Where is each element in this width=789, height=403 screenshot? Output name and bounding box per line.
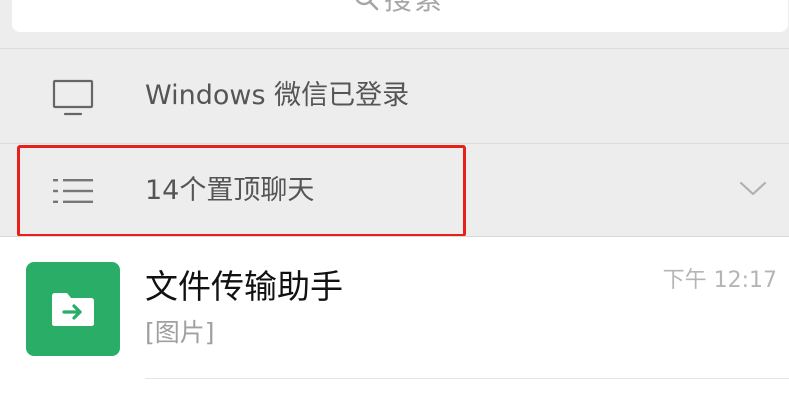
avatar [26,262,120,356]
search-input[interactable]: 搜索 [12,0,788,32]
divider [145,378,789,379]
pinned-chats-label: 14个置顶聊天 [145,175,315,206]
chat-item-file-transfer[interactable]: 文件传输助手 [图片] 下午 12:17 [0,237,789,403]
search-icon [355,0,379,11]
chat-list-screen: 搜索 Windows 微信已登录 14个置顶聊天 [0,0,789,403]
chevron-down-icon[interactable] [738,178,768,198]
list-icon [53,179,93,203]
windows-login-label: Windows 微信已登录 [145,80,410,111]
windows-login-row[interactable]: Windows 微信已登录 [0,49,789,144]
search-placeholder: 搜索 [384,0,444,14]
search-bar-area: 搜索 [0,0,789,48]
chat-title: 文件传输助手 [145,267,343,306]
monitor-icon [52,79,94,116]
chat-timestamp: 下午 12:17 [662,268,777,293]
chat-preview: [图片] [145,318,215,347]
pinned-chats-row[interactable]: 14个置顶聊天 [0,144,789,236]
folder-arrow-icon [52,293,94,326]
